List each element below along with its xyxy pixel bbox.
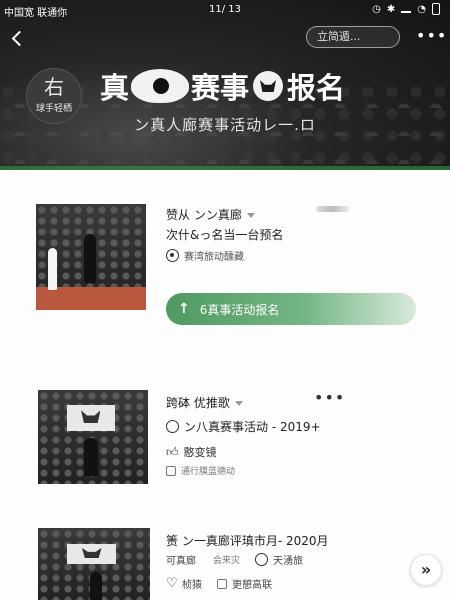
more-options-icon[interactable]: ••• <box>416 26 447 45</box>
badge-icon <box>255 553 269 566</box>
thumbs-up-icon: 👍︎ <box>166 444 179 459</box>
alarm-icon: ◷ <box>372 3 381 15</box>
item-more-button[interactable]: ••• <box>314 388 345 407</box>
event-meta: 赛湾旅动醺藏 <box>166 248 244 263</box>
player-figure <box>84 438 98 476</box>
event-meta: 通行膜蓝德动 <box>166 464 235 477</box>
back-button[interactable] <box>10 30 28 48</box>
event-meta-text: 通行膜蓝德动 <box>181 467 236 477</box>
court-floor <box>36 286 146 310</box>
player-figure <box>84 234 96 283</box>
event-meta-text: 赛湾旅动醺藏 <box>184 252 244 263</box>
event-title-text: 跨砵 优推歌 <box>166 396 230 410</box>
logo-subtext: 球手轻栖 <box>35 104 72 114</box>
next-floating-button[interactable]: » <box>410 554 442 586</box>
favorite-label[interactable]: 桢猿 <box>182 576 202 591</box>
caret-down-icon <box>234 401 243 406</box>
event-thumbnail[interactable] <box>38 528 150 600</box>
checkbox-icon[interactable] <box>217 578 227 589</box>
cat-logo-icon <box>253 71 284 101</box>
meta-mid: 会来灾 <box>213 556 241 566</box>
meta-left: 可真廊 <box>166 556 196 567</box>
like-row[interactable]: 👍︎ 憨变镜 <box>166 444 217 460</box>
bluetooth-icon: ✱ <box>386 3 396 15</box>
logo-mark: 右 <box>44 75 64 99</box>
player-figure <box>90 572 102 600</box>
event-subline: ン八真赛事活动 - 2019+ <box>184 420 321 434</box>
tag-icon <box>166 465 176 476</box>
register-button-label: 6真事活动报名 <box>199 302 280 317</box>
like-label: 憨变镜 <box>183 446 217 459</box>
event-title[interactable]: 跨砵 优推歌 <box>166 394 243 411</box>
battery-icon <box>432 3 440 15</box>
event-thumbnail[interactable] <box>38 390 148 484</box>
signal-icon <box>401 5 412 13</box>
heart-icon[interactable] <box>166 576 178 591</box>
event-subline: 次什&っ名当一台预名 <box>166 228 284 242</box>
double-chevron-right-icon: » <box>420 560 432 579</box>
blurred-badge <box>316 206 350 212</box>
hero-title: 真 赛事 报名 <box>100 64 345 108</box>
search-input[interactable]: 立简遁... <box>306 26 400 48</box>
arrow-up-icon: ↑ <box>178 301 190 317</box>
register-button[interactable]: ↑ 6真事活动报名 <box>166 293 416 325</box>
hero-subtitle: ン真人廊赛事活动レ一.ロ <box>134 116 316 134</box>
hero-title-mid: 赛事 <box>191 71 250 105</box>
wifi-icon: ◔ <box>417 3 426 15</box>
eye-logo-icon <box>131 69 190 103</box>
no-entry-icon <box>166 420 179 433</box>
action-row: 桢猿 更憩高联 <box>166 576 272 592</box>
hero-banner: 中国宽 联通你 11/ 13 ◷ ✱ ◔ 立简遁... ••• 右 球手轻栖 真… <box>0 0 450 170</box>
player-figure <box>48 248 57 291</box>
location-icon <box>166 249 179 262</box>
event-title-text: 赞从 ンン真廊 <box>166 208 242 222</box>
status-bar: 中国宽 联通你 11/ 13 ◷ ✱ ◔ <box>0 0 450 20</box>
team-banner <box>66 405 115 432</box>
event-subline-row: ン八真赛事活动 - 2019+ <box>166 418 321 435</box>
caret-down-icon <box>246 213 255 218</box>
event-meta-row: 可真廊 会来灾 天湧旅 <box>166 552 303 567</box>
check-label[interactable]: 更憩高联 <box>232 576 272 591</box>
team-banner <box>67 543 117 564</box>
event-title[interactable]: 赞从 ンン真廊 <box>166 206 255 223</box>
status-icons: ◷ ✱ ◔ <box>372 3 440 15</box>
event-thumbnail[interactable] <box>36 204 146 310</box>
meta-right: 天湧旅 <box>273 556 304 567</box>
hero-title-left: 真 <box>100 71 130 105</box>
hero-title-right: 报名 <box>287 71 346 105</box>
event-title[interactable]: 箦 ン一真廊评瑱市月- 2020月 <box>166 532 329 549</box>
